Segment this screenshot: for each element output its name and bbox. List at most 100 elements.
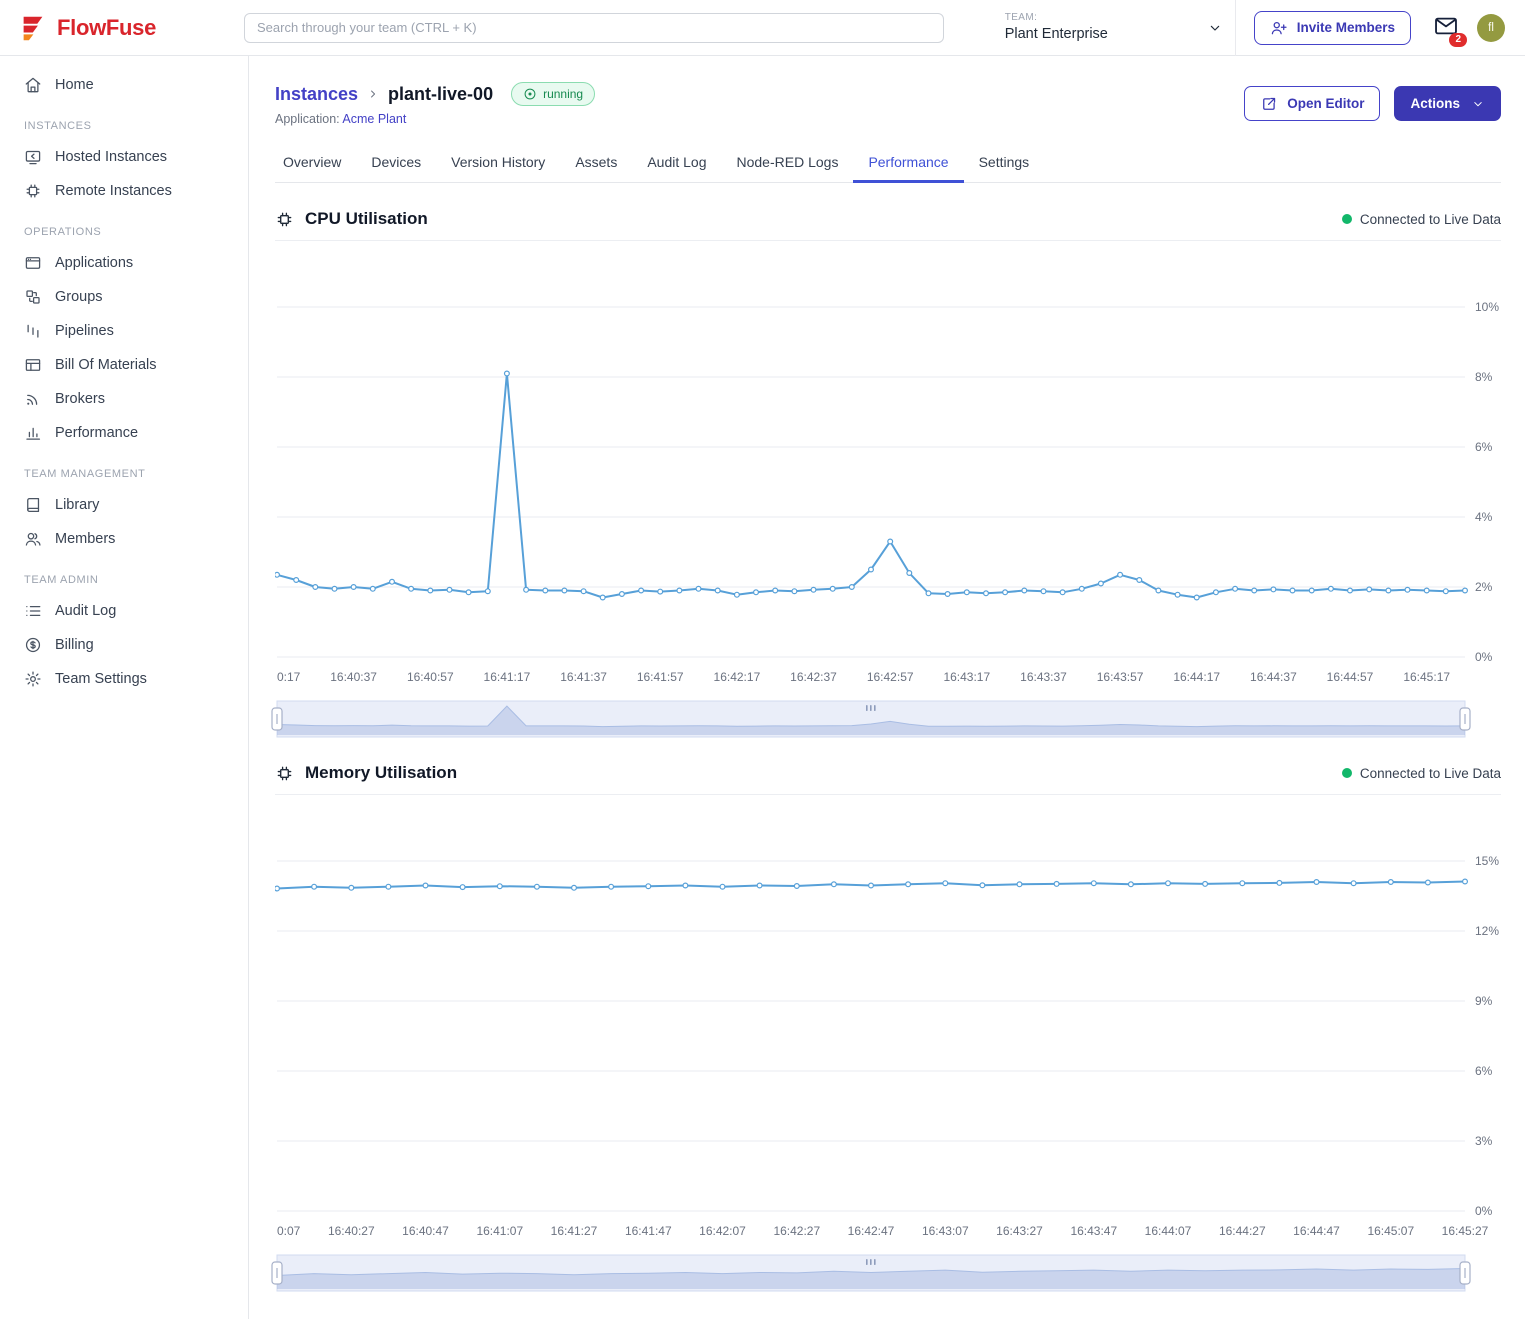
head-actions: Open Editor Actions	[1244, 86, 1501, 121]
sidebar-item-library[interactable]: Library	[0, 488, 248, 522]
tab-devices[interactable]: Devices	[356, 144, 436, 183]
sidebar-heading-team-admin: TEAM ADMIN	[0, 556, 248, 594]
status-badge: running	[511, 82, 595, 106]
sidebar-item-pipelines[interactable]: Pipelines	[0, 314, 248, 348]
zoom-handle-left[interactable]	[272, 1262, 282, 1284]
sidebar-item-billing[interactable]: Billing	[0, 628, 248, 662]
live-dot	[1342, 214, 1352, 224]
sidebar-item-label: Performance	[55, 425, 138, 441]
sidebar-heading-operations: OPERATIONS	[0, 208, 248, 246]
user-avatar[interactable]: fl	[1477, 14, 1505, 42]
sidebar-item-remote-instances[interactable]: Remote Instances	[0, 174, 248, 208]
y-axis-label: 4%	[1475, 510, 1493, 524]
x-axis-label: 0:07	[277, 1224, 301, 1238]
cpu-utilisation-zoom-slider[interactable]	[271, 701, 1471, 737]
team-label: TEAM:	[1005, 12, 1108, 25]
sidebar-item-home[interactable]: Home	[0, 68, 248, 102]
x-axis-label: 16:40:57	[407, 670, 454, 684]
sidebar-item-bill-of-materials[interactable]: Bill Of Materials	[0, 348, 248, 382]
team-search-input[interactable]	[244, 13, 944, 43]
y-axis-label: 15%	[1475, 854, 1499, 868]
members-icon	[24, 530, 42, 548]
x-axis-label: 16:43:27	[996, 1224, 1043, 1238]
sidebar-item-label: Billing	[55, 637, 94, 653]
application-link[interactable]: Acme Plant	[342, 112, 406, 126]
charts: CPU UtilisationConnected to Live Data0%2…	[275, 209, 1501, 1291]
sidebar-item-label: Home	[55, 77, 94, 93]
memory-utilisation-zoom-slider[interactable]	[271, 1255, 1471, 1291]
x-axis-label: 16:44:37	[1250, 670, 1297, 684]
application-label: Application:	[275, 112, 340, 126]
logo-text: FlowFuse	[57, 15, 156, 41]
team-selector[interactable]: TEAM: Plant Enterprise	[1005, 12, 1223, 43]
x-axis-label: 16:45:07	[1367, 1224, 1414, 1238]
sidebar-item-label: Groups	[55, 289, 103, 305]
x-axis-label: 16:43:37	[1020, 670, 1067, 684]
chevron-down-icon	[1207, 20, 1223, 36]
flowfuse-logo[interactable]: FlowFuse	[0, 13, 244, 43]
sidebar-item-performance[interactable]: Performance	[0, 416, 248, 450]
chart-header: CPU Utilisation Connected to Live Data	[275, 209, 1501, 241]
x-axis-label: 16:44:47	[1293, 1224, 1340, 1238]
billing-icon	[24, 636, 42, 654]
tab-performance[interactable]: Performance	[853, 144, 963, 183]
x-axis-label: 16:44:07	[1145, 1224, 1192, 1238]
main-content: Instances plant-live-00 running Applicat…	[249, 56, 1525, 1321]
top-header: FlowFuse TEAM: Plant Enterprise Invite M…	[0, 0, 1525, 56]
zoom-handle-right[interactable]	[1460, 1262, 1470, 1284]
chart-title-group: Memory Utilisation	[275, 763, 457, 783]
zoom-handle-left[interactable]	[272, 708, 282, 730]
actions-button[interactable]: Actions	[1394, 86, 1501, 121]
series-line	[277, 374, 1465, 598]
sidebar-item-groups[interactable]: Groups	[0, 280, 248, 314]
x-axis-label: 16:42:57	[867, 670, 914, 684]
tab-audit-log[interactable]: Audit Log	[632, 144, 721, 183]
y-axis-label: 6%	[1475, 1064, 1493, 1078]
home-icon	[24, 76, 42, 94]
sidebar-item-brokers[interactable]: Brokers	[0, 382, 248, 416]
audit-log-icon	[24, 602, 42, 620]
x-axis-label: 16:41:37	[560, 670, 607, 684]
invite-members-button[interactable]: Invite Members	[1254, 11, 1411, 45]
x-axis-label: 16:42:17	[714, 670, 761, 684]
memory-utilisation-chart: 0%3%6%9%12%15%0:0716:40:2716:40:4716:41:…	[275, 797, 1501, 1243]
tab-version-history[interactable]: Version History	[436, 144, 560, 183]
tab-settings[interactable]: Settings	[964, 144, 1045, 183]
live-status: Connected to Live Data	[1342, 766, 1501, 781]
x-axis-label: 16:43:17	[943, 670, 990, 684]
y-axis-label: 10%	[1475, 300, 1499, 314]
live-status: Connected to Live Data	[1342, 212, 1501, 227]
sidebar-item-label: Brokers	[55, 391, 105, 407]
brokers-icon	[24, 390, 42, 408]
sidebar-item-members[interactable]: Members	[0, 522, 248, 556]
breadcrumb-instances-link[interactable]: Instances	[275, 84, 358, 105]
zoom-handle-right[interactable]	[1460, 708, 1470, 730]
header-divider	[1235, 0, 1236, 56]
remote-instances-icon	[24, 182, 42, 200]
open-editor-icon	[1260, 95, 1278, 113]
sidebar-item-applications[interactable]: Applications	[0, 246, 248, 280]
y-axis-label: 0%	[1475, 650, 1493, 664]
notification-badge: 2	[1449, 33, 1467, 47]
chart-title: CPU Utilisation	[305, 209, 428, 229]
sidebar-item-audit-log[interactable]: Audit Log	[0, 594, 248, 628]
open-editor-button[interactable]: Open Editor	[1244, 86, 1380, 121]
x-axis-label: 16:43:47	[1070, 1224, 1117, 1238]
tab-assets[interactable]: Assets	[560, 144, 632, 183]
pipelines-icon	[24, 322, 42, 340]
y-axis-label: 6%	[1475, 440, 1493, 454]
sidebar-item-team-settings[interactable]: Team Settings	[0, 662, 248, 696]
sidebar-item-hosted-instances[interactable]: Hosted Instances	[0, 140, 248, 174]
x-axis-label: 16:41:57	[637, 670, 684, 684]
y-axis-label: 3%	[1475, 1134, 1493, 1148]
tab-node-red-logs[interactable]: Node-RED Logs	[722, 144, 854, 183]
tab-overview[interactable]: Overview	[275, 144, 356, 183]
live-dot	[1342, 768, 1352, 778]
memory-utilisation-section: Memory Utilisation Connected to Live Data…	[275, 763, 1501, 1291]
chart-title-group: CPU Utilisation	[275, 209, 428, 229]
sidebar-item-label: Members	[55, 531, 115, 547]
y-axis-label: 12%	[1475, 924, 1499, 938]
notifications-button[interactable]: 2	[1433, 13, 1459, 42]
x-axis-label: 16:44:27	[1219, 1224, 1266, 1238]
bill-of-materials-icon	[24, 356, 42, 374]
